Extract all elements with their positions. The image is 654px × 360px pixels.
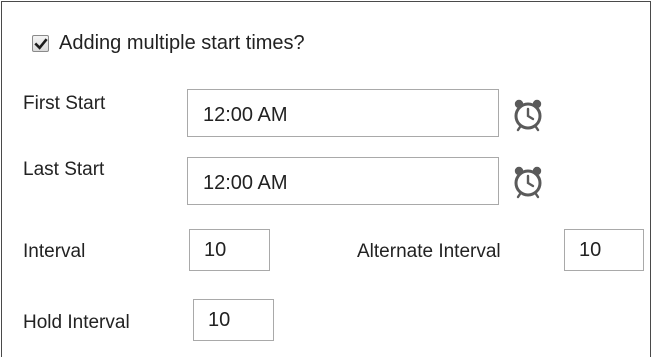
hold-interval-label: Hold Interval	[23, 312, 130, 333]
last-start-label: Last Start	[23, 159, 105, 180]
first-start-input[interactable]: 12:00 AM	[187, 89, 499, 137]
start-times-panel: Adding multiple start times? First Start…	[1, 1, 651, 357]
first-start-value: 12:00 AM	[203, 103, 288, 126]
last-start-input[interactable]: 12:00 AM	[187, 157, 499, 205]
alternate-interval-input[interactable]: 10	[564, 229, 644, 271]
multiple-start-times-checkbox[interactable]	[32, 34, 49, 52]
multiple-start-times-row[interactable]: Adding multiple start times?	[32, 30, 305, 56]
alarm-clock-icon[interactable]	[511, 98, 545, 132]
first-start-label: First Start	[23, 93, 106, 114]
alarm-clock-icon[interactable]	[511, 165, 545, 199]
checkmark-icon	[34, 37, 48, 50]
alternate-interval-label: Alternate Interval	[357, 241, 501, 262]
interval-label: Interval	[23, 241, 86, 262]
hold-interval-value: 10	[208, 308, 231, 331]
alternate-interval-value: 10	[579, 238, 602, 261]
multiple-start-times-label: Adding multiple start times?	[59, 32, 305, 54]
interval-input[interactable]: 10	[189, 229, 270, 271]
interval-value: 10	[204, 238, 227, 261]
last-start-value: 12:00 AM	[203, 171, 288, 194]
hold-interval-input[interactable]: 10	[193, 299, 274, 341]
